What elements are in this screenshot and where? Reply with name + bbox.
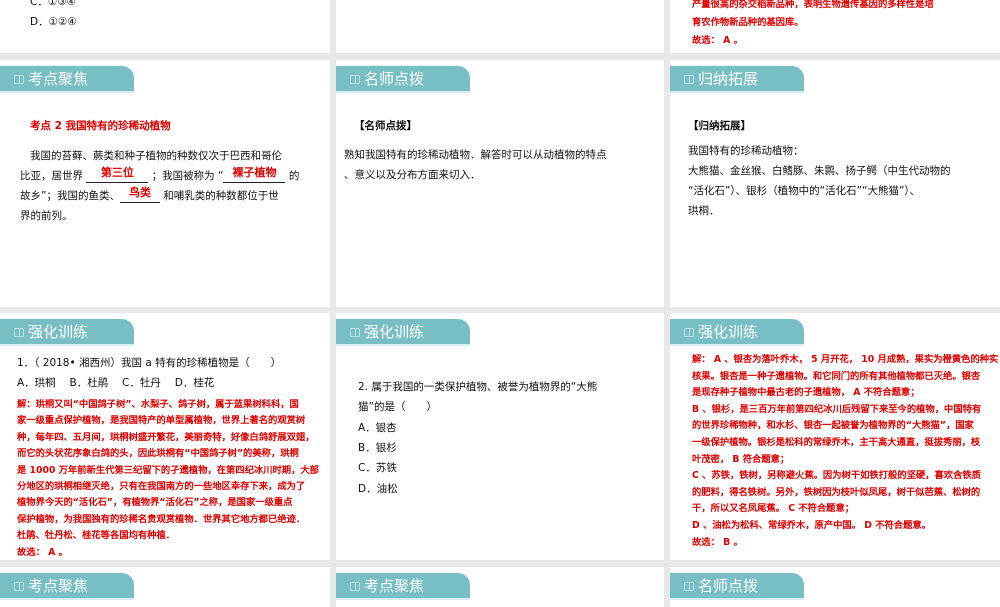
text-line: 分地区的珙桐相继灭绝，只有在我国南方的一些地区幸存下来，成为了 [17, 481, 306, 492]
section-tab: 强化训练 [0, 319, 134, 346]
tab-label: 考点聚焦 [28, 70, 89, 88]
tab-label: 强化训练 [364, 323, 425, 341]
text-line: A．银杏 [358, 421, 397, 434]
text-line: 家一级重点保护植物，是我国特产的单型属植物，世界上著名的观赏树 [17, 415, 306, 427]
question-options: A．珙桐 B．杜鹃 C．牡丹 D．桂花 [17, 377, 215, 389]
section-tab: 强化训练 [670, 319, 804, 346]
text-line: 故选： A 。 [692, 35, 743, 46]
text-line: “活化石”）、银杉（植物中的“活化石”“大熊猫”）、 [688, 185, 921, 197]
topic-title: 考点 2 我国特有的珍稀动植物 [30, 120, 171, 132]
text-line: 我国特有的珍稀动植物： [688, 145, 804, 157]
book-icon [14, 328, 24, 337]
paragraph-line: 界的前列。 [20, 210, 73, 222]
slide-partial-blank[interactable] [336, 0, 664, 53]
slide-exercise-1[interactable]: 强化训练 1．（ 2018• 湘西州）我国 a 特有的珍稀植物是（ ） A．珙桐… [0, 313, 330, 560]
tab-label: 归纳拓展 [698, 70, 759, 88]
fill-blank: 鸟类 [119, 186, 160, 203]
slide-partial-options[interactable]: C．①③④ D．①②④ [0, 0, 330, 53]
tab-label: 强化训练 [698, 323, 759, 341]
book-icon [684, 328, 694, 337]
text-line: 的世界珍稀物种，和水杉、银杏一起被誉为植物界的“大熊猫”，国家 [692, 420, 974, 432]
paragraph-line: 故乡”；我国的鱼类、 鸟类 和哺乳类的种数都位于世 [20, 186, 279, 203]
text-line: 、意义以及分布方面来切入． [344, 169, 481, 181]
text-line: 的肥料，得名铁树。另外，铁树因为枝叶似凤尾，树干似芭蕉、松树的 [692, 486, 981, 498]
book-icon [684, 582, 694, 591]
text-line: 猫”的是（ ） [358, 401, 437, 414]
text-line: 是现存种子植物中最古老的子遗植物， A 不符合题意； [692, 387, 920, 399]
section-heading: 【名师点拨】 [354, 120, 417, 132]
text-line: 育农作物新品种的基因库。 [692, 17, 804, 28]
text-line: 产量很高的杂交稻新品种，表明生物遗传基因的多样性是培 [692, 0, 934, 10]
tab-label: 考点聚焦 [28, 577, 89, 595]
text-line: 故选： A 。 [17, 546, 68, 558]
text-line: 种，每年四、五月间，珙桐树盛开繁花，美丽奇特，好像白鸽舒展双翅， [17, 431, 315, 443]
text-line: 干，所以又名凤尾蕉。 C 不符合题意； [692, 503, 855, 515]
slide-summary[interactable]: 归纳拓展 【归纳拓展】 我国特有的珍稀动植物： 大熊猫、金丝猴、白鳍豚、朱鹮、扬子… [670, 60, 1000, 307]
text-line: 叶茂密， B 符合题意； [692, 453, 790, 465]
section-tab: 考点聚焦 [0, 66, 134, 93]
tab-label: 考点聚焦 [364, 577, 425, 595]
text-line: C．苏铁 [358, 462, 397, 475]
section-tab: 考点聚焦 [0, 573, 134, 600]
text-line: 解：珙桐又叫“中国鸽子树”、水梨子、鸽子树，属于蓝果树科科，国 [17, 399, 299, 410]
text-line: 是 1000 万年前新生代第三纪留下的孑遗植物，在第四纪冰川时期，大部 [17, 464, 319, 476]
text-line: 解： A 、银杏为落叶乔木， 5 月开花， 10 月成熟，果实为橙黄色的种实 [692, 354, 999, 365]
text-line: B．银杉 [358, 441, 397, 454]
section-tab: 名师点拨 [336, 66, 470, 93]
text-line: C．①③④ [30, 0, 77, 8]
text-line: 一级保护植物。银杉是松科的常绿乔木，主干高大通直，挺拔秀丽，枝 [692, 437, 981, 448]
text-line: 珙桐． [688, 205, 720, 217]
section-tab: 强化训练 [336, 319, 470, 346]
book-icon [350, 75, 360, 84]
text-line: 而它的头状花序象白鸽的头，因此珙桐有“中国鸽子树”的美称，珙桐 [17, 448, 299, 460]
text-line: 核果。银杏是一种子遗植物。和它同门的所有其他植物都已灭绝。银杏 [692, 370, 981, 382]
slide-key-points-2[interactable]: 考点聚焦 [0, 567, 330, 607]
text-line: 大熊猫、金丝猴、白鳍豚、朱鹮、扬子鳄（中生代动物的 [688, 165, 951, 177]
book-icon [684, 75, 694, 84]
text-line: 故选： B 。 [692, 536, 743, 548]
text-line: 熟知我国特有的珍稀动植物．解答时可以从动植物的特点 [344, 149, 607, 161]
section-tab: 归纳拓展 [670, 66, 804, 93]
fill-blank: 裸子植物 [223, 166, 286, 183]
text-line: D 、油松为松科、常绿乔木，原产中国。 D 不符合题意。 [692, 520, 931, 531]
fill-blank: 第三位 [86, 166, 149, 183]
question-text: 1．（ 2018• 湘西州）我国 a 特有的珍稀植物是（ ） [17, 357, 282, 369]
text-line: D．①②④ [30, 16, 77, 28]
slide-teacher-tips-2[interactable]: 名师点拨 [670, 567, 1000, 607]
tab-label: 名师点拨 [364, 70, 425, 88]
text-line: 保护植物，为我国独有的珍稀名贵观赏植物．世界其它地方都已绝迹． [17, 513, 306, 525]
slide-key-points-3[interactable]: 考点聚焦 [336, 567, 664, 607]
slide-teacher-tips[interactable]: 名师点拨 【名师点拨】 熟知我国特有的珍稀动植物．解答时可以从动植物的特点 、意义… [336, 60, 664, 307]
slide-exercise-2[interactable]: 强化训练 2. 属于我国的一类保护植物、被誉为植物界的“大熊 猫”的是（ ） A．银… [336, 313, 664, 560]
slide-exercise-2-answer[interactable]: 强化训练 解： A 、银杏为落叶乔木， 5 月开花， 10 月成熟，果实为橙黄色… [670, 313, 1000, 560]
text-line: C 、苏铁，铁树，另称避火蕉。因为树干如铁打般的坚硬，喜欢含铁质 [692, 470, 981, 482]
text-line: 植物界今天的“活化石”，有植物界“活化石”之称，是国家一级重点 [17, 497, 293, 509]
text-line: B 、银杉，是三百万年前第四纪冰川后残留下来至今的植物，中国特有 [692, 403, 982, 415]
tab-label: 名师点拨 [698, 577, 759, 595]
section-tab: 名师点拨 [670, 573, 804, 600]
section-heading: 【归纳拓展】 [688, 120, 751, 132]
book-icon [350, 582, 360, 591]
paragraph-line: 比亚，居世界 第三位 ；我国被称为 “裸子植物 的 [20, 166, 300, 183]
book-icon [14, 75, 24, 84]
text-line: 2. 属于我国的一类保护植物、被誉为植物界的“大熊 [358, 381, 598, 393]
text-line: D．油松 [358, 482, 398, 495]
text-line: 杜鹃、牡丹松、桂花等各国均有种植． [17, 530, 176, 542]
book-icon [14, 582, 24, 591]
book-icon [350, 328, 360, 337]
slide-partial-answer[interactable]: 产量很高的杂交稻新品种，表明生物遗传基因的多样性是培 育农作物新品种的基因库。 故选… [670, 0, 1000, 53]
section-tab: 考点聚焦 [336, 573, 470, 600]
tab-label: 强化训练 [28, 323, 89, 341]
slide-key-points[interactable]: 考点聚焦 考点 2 我国特有的珍稀动植物 我国的苔藓、蕨类和种子植物的种数仅次于… [0, 60, 330, 307]
paragraph-line: 我国的苔藓、蕨类和种子植物的种数仅次于巴西和哥伦 [30, 150, 282, 162]
